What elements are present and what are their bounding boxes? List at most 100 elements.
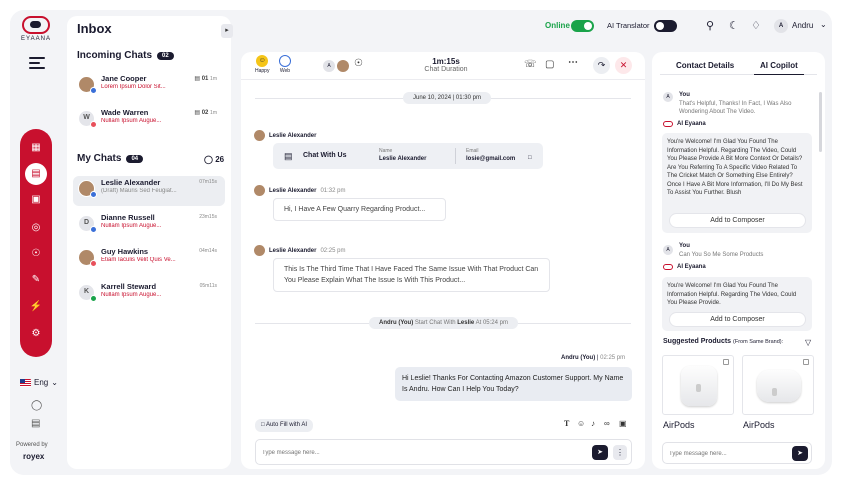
customer-avatar <box>337 60 349 72</box>
system-time: At 05:24 pm <box>475 320 508 326</box>
ai-translator-label: AI Translator <box>607 21 650 30</box>
inbox-title: Inbox <box>77 21 112 36</box>
copilot-input[interactable] <box>669 448 784 460</box>
ai-answer: You're Welcome! I'm Glad You Found The I… <box>662 133 812 233</box>
airpods-image <box>681 366 717 406</box>
tab-contact-details[interactable]: Contact Details <box>676 61 734 70</box>
edit-icon[interactable]: ✎ <box>25 269 47 291</box>
product-checkbox[interactable] <box>723 359 729 365</box>
autofill-ai-toggle[interactable]: □ Auto Fill with AI <box>255 419 313 432</box>
collapse-panel-button[interactable]: ▸ <box>221 24 233 38</box>
product-card[interactable] <box>742 355 814 415</box>
system-customer: Leslie <box>457 320 475 326</box>
my-chat-row[interactable]: K Karrell Steward Nullam Ipsum Augue... … <box>73 280 225 310</box>
online-label: Online <box>545 21 570 30</box>
powered-by-label: Powered by <box>16 442 48 448</box>
copy-icon[interactable]: □ <box>528 155 532 161</box>
my-chat-row[interactable]: D Dianne Russell Nullam Ipsum Augue... 2… <box>73 211 225 241</box>
chat-preview: Etiam Iaculis Velit Quis Ve... <box>101 257 176 263</box>
close-chat-button[interactable]: ✕ <box>615 57 632 74</box>
mood-indicator: ☺ Happy <box>255 55 269 74</box>
nav-rail: EYAANA ▦ ▤ ▣ ◎ ☉ ✎ ⚡ ⚙ Eng ⌄ ◯ ▤ Powered… <box>10 10 62 475</box>
product-card[interactable] <box>662 355 734 415</box>
emoji-icon[interactable]: ☺ <box>577 419 585 428</box>
tab-ai-copilot[interactable]: AI Copilot <box>754 61 804 75</box>
headset-icon[interactable]: ◯ <box>31 400 42 411</box>
chat-name: Wade Warren <box>101 108 149 117</box>
avatar-initial: K <box>83 288 90 295</box>
ai-author: AI Eyaana <box>663 264 706 270</box>
logo-text: EYAANA <box>21 36 51 42</box>
users-icon[interactable]: ☉ <box>25 243 47 265</box>
book-icon[interactable]: ▤ <box>31 418 40 429</box>
image-icon[interactable]: ▣ <box>619 419 627 428</box>
agent-avatar: A <box>323 60 335 72</box>
add-to-composer-button[interactable]: Add to Composer <box>669 312 806 327</box>
bell-icon[interactable]: ♢ <box>751 19 761 32</box>
incoming-count-badge: 02 <box>157 51 174 60</box>
scrollbar[interactable] <box>819 92 822 152</box>
video-icon[interactable]: ▢ <box>545 59 554 70</box>
chat-meta: ▤ 01 1m <box>194 76 217 82</box>
language-selector[interactable]: Eng ⌄ <box>20 378 58 387</box>
phone-icon[interactable]: ☏ <box>524 59 537 70</box>
sender-name: Andru (You) <box>561 355 596 361</box>
settings-icon[interactable]: ⚙ <box>25 323 47 345</box>
channel-label: Web <box>279 68 291 74</box>
sender-name: Leslie Alexander <box>269 187 317 194</box>
avatar <box>254 185 265 196</box>
avatar-initial: D <box>83 219 90 226</box>
more-icon[interactable]: ⋯ <box>568 57 578 68</box>
menu-icon[interactable] <box>29 57 45 69</box>
ai-name: AI Eyaana <box>677 121 706 127</box>
total-chats-count: ◯ 26 <box>204 155 225 164</box>
filter-icon[interactable]: ▽ <box>805 338 811 347</box>
avatar: K <box>78 284 97 302</box>
my-chat-row[interactable]: Leslie Alexander (Draft) Mauris Sed Feug… <box>73 176 225 206</box>
chat-preview: Nullam Ipsum Augue... <box>101 118 162 124</box>
airpods-image <box>757 370 801 402</box>
my-chat-row[interactable]: Guy Hawkins Etiam Iaculis Velit Quis Ve.… <box>73 245 225 275</box>
vendor-logo: royex <box>23 452 45 461</box>
search-icon[interactable]: ⚲ <box>706 19 714 32</box>
dashboard-icon[interactable]: ▦ <box>25 137 47 159</box>
user-name[interactable]: Andru <box>792 21 813 30</box>
add-to-composer-button[interactable]: Add to Composer <box>669 213 806 228</box>
main-nav: ▦ ▤ ▣ ◎ ☉ ✎ ⚡ ⚙ <box>20 129 52 357</box>
card-divider <box>455 148 456 164</box>
avatar <box>78 76 97 94</box>
my-chats-count-badge: 04 <box>126 154 144 163</box>
name-label: Name <box>379 148 393 154</box>
calendar-icon[interactable]: ▣ <box>25 189 47 211</box>
online-toggle[interactable] <box>571 20 594 32</box>
chat-duration: 1m:15s Chat Duration <box>401 57 491 73</box>
user-avatar[interactable]: A <box>774 19 788 33</box>
brand-logo: EYAANA <box>20 16 52 42</box>
copilot-send-button[interactable]: ➤ <box>792 446 808 461</box>
microphone-icon[interactable]: ♪ <box>591 419 595 428</box>
message-input[interactable] <box>262 446 562 460</box>
composer-more-button[interactable]: ⋮ <box>613 445 627 460</box>
chevron-down-icon[interactable]: ⌄ <box>820 20 827 29</box>
send-button[interactable]: ➤ <box>592 445 608 460</box>
link-icon[interactable]: ∞ <box>604 419 610 428</box>
chat-icon[interactable]: ▤ <box>25 163 47 185</box>
product-checkbox[interactable] <box>803 359 809 365</box>
name-value: Leslie Alexander <box>379 156 427 162</box>
incoming-chat-row[interactable]: W Wade Warren Nullam Ipsum Augue... ▤ 02… <box>73 106 225 136</box>
text-format-icon[interactable]: T <box>564 419 569 428</box>
chat-name: Karrell Steward <box>101 282 157 291</box>
ai-translator-toggle[interactable] <box>654 20 677 32</box>
theme-icon[interactable]: ☾ <box>729 19 739 32</box>
incoming-chat-row[interactable]: Jane Cooper Lorem Ipsum Dolor Sit... ▤ 0… <box>73 72 225 102</box>
add-participant-icon[interactable]: ☉ <box>354 58 363 69</box>
question-text: That's Helpful, Thanks! In Fact, I Was A… <box>679 101 792 115</box>
question-author: You <box>679 243 690 249</box>
form-icon: ▤ <box>284 151 293 161</box>
globe-icon[interactable]: ◎ <box>25 217 47 239</box>
incoming-message: This Is The Third Time That I Have Faced… <box>273 258 550 292</box>
sender-name: Leslie Alexander <box>269 247 317 254</box>
transfer-button[interactable]: ↷ <box>593 57 610 74</box>
avatar <box>254 130 265 141</box>
plug-icon[interactable]: ⚡ <box>25 296 47 318</box>
